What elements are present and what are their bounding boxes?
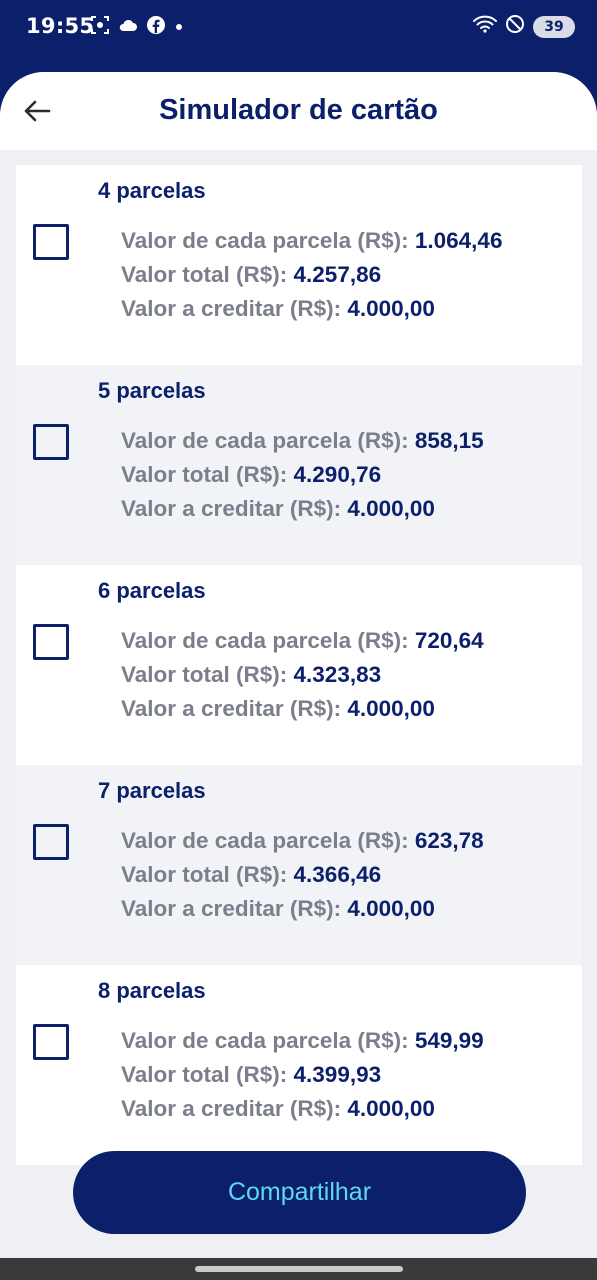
credit-value: 4.000,00 xyxy=(347,296,435,321)
option-title: 4 parcelas xyxy=(98,178,206,203)
installment-value-row: Valor de cada parcela (R$): 1.064,46 xyxy=(121,228,502,254)
total-value-label: Valor total (R$): xyxy=(121,262,294,287)
installment-value: 720,64 xyxy=(414,628,484,653)
installment-value-row: Valor de cada parcela (R$): 720,64 xyxy=(121,628,484,654)
credit-value-label: Valor a creditar (R$): xyxy=(121,296,348,321)
facebook-icon xyxy=(146,15,166,40)
total-value: 4.257,86 xyxy=(293,262,382,287)
app-header: Simulador de cartão xyxy=(0,72,597,150)
do-not-disturb-icon xyxy=(505,14,525,39)
installment-value-label: Valor de cada parcela (R$): xyxy=(121,1028,415,1053)
credit-value-label: Valor a creditar (R$): xyxy=(121,896,348,921)
option-title: 8 parcelas xyxy=(98,978,206,1003)
option-checkbox[interactable] xyxy=(33,424,69,460)
option-checkbox[interactable] xyxy=(33,824,69,860)
page-title: Simulador de cartão xyxy=(159,94,438,126)
installment-options-list: 4 parcelas Valor de cada parcela (R$): 1… xyxy=(16,165,582,1165)
installment-value: 623,78 xyxy=(414,828,484,853)
total-value-row: Valor total (R$): 4.323,83 xyxy=(121,662,381,688)
installment-value-row: Valor de cada parcela (R$): 623,78 xyxy=(121,828,484,854)
credit-value: 4.000,00 xyxy=(347,496,435,521)
simulator-screen: Simulador de cartão 4 parcelas Valor de … xyxy=(0,72,597,1258)
total-value-row: Valor total (R$): 4.366,46 xyxy=(121,862,381,888)
credit-value-row: Valor a creditar (R$): 4.000,00 xyxy=(121,896,435,922)
system-nav-bar xyxy=(0,1258,597,1280)
wifi-icon xyxy=(473,14,497,39)
credit-value-row: Valor a creditar (R$): 4.000,00 xyxy=(121,296,435,322)
option-title: 7 parcelas xyxy=(98,778,206,803)
total-value-label: Valor total (R$): xyxy=(121,862,294,887)
installment-value: 858,15 xyxy=(414,428,484,453)
option-title: 6 parcelas xyxy=(98,578,206,603)
credit-value-row: Valor a creditar (R$): 4.000,00 xyxy=(121,696,435,722)
total-value-row: Valor total (R$): 4.257,86 xyxy=(121,262,381,288)
option-title: 5 parcelas xyxy=(98,378,206,403)
dot-icon xyxy=(174,19,184,37)
total-value-row: Valor total (R$): 4.290,76 xyxy=(121,462,381,488)
credit-value-row: Valor a creditar (R$): 4.000,00 xyxy=(121,496,435,522)
credit-value: 4.000,00 xyxy=(347,896,435,921)
installment-value-label: Valor de cada parcela (R$): xyxy=(121,628,415,653)
total-value: 4.399,93 xyxy=(293,1062,382,1087)
installment-value: 549,99 xyxy=(414,1028,484,1053)
status-left-icons xyxy=(90,15,184,40)
installment-option-8: 8 parcelas Valor de cada parcela (R$): 5… xyxy=(16,965,582,1165)
installment-value-row: Valor de cada parcela (R$): 858,15 xyxy=(121,428,484,454)
option-checkbox[interactable] xyxy=(33,224,69,260)
installment-value-label: Valor de cada parcela (R$): xyxy=(121,228,415,253)
credit-value-label: Valor a creditar (R$): xyxy=(121,1096,348,1121)
installment-option-7: 7 parcelas Valor de cada parcela (R$): 6… xyxy=(16,765,582,965)
installment-option-4: 4 parcelas Valor de cada parcela (R$): 1… xyxy=(16,165,582,365)
installment-value: 1.064,46 xyxy=(414,228,503,253)
installment-value-label: Valor de cada parcela (R$): xyxy=(121,828,415,853)
status-right-icons: 39 xyxy=(473,14,575,39)
credit-value-label: Valor a creditar (R$): xyxy=(121,696,348,721)
home-indicator[interactable] xyxy=(195,1266,403,1272)
installment-value-label: Valor de cada parcela (R$): xyxy=(121,428,415,453)
total-value-label: Valor total (R$): xyxy=(121,662,294,687)
share-button[interactable]: Compartilhar xyxy=(73,1151,526,1234)
status-bar: 19:55 39 xyxy=(0,0,597,56)
total-value: 4.290,76 xyxy=(293,462,382,487)
status-time: 19:55 xyxy=(26,14,95,38)
option-checkbox[interactable] xyxy=(33,1024,69,1060)
credit-value-label: Valor a creditar (R$): xyxy=(121,496,348,521)
cloud-icon xyxy=(118,17,138,38)
screenshot-icon xyxy=(90,15,110,40)
total-value: 4.323,83 xyxy=(293,662,382,687)
total-value-label: Valor total (R$): xyxy=(121,1062,294,1087)
credit-value: 4.000,00 xyxy=(347,696,435,721)
installment-option-6: 6 parcelas Valor de cada parcela (R$): 7… xyxy=(16,565,582,765)
option-checkbox[interactable] xyxy=(33,624,69,660)
installment-value-row: Valor de cada parcela (R$): 549,99 xyxy=(121,1028,484,1054)
installment-option-5: 5 parcelas Valor de cada parcela (R$): 8… xyxy=(16,365,582,565)
battery-icon: 39 xyxy=(533,15,575,38)
total-value-row: Valor total (R$): 4.399,93 xyxy=(121,1062,381,1088)
credit-value: 4.000,00 xyxy=(347,1096,435,1121)
total-value: 4.366,46 xyxy=(293,862,382,887)
total-value-label: Valor total (R$): xyxy=(121,462,294,487)
credit-value-row: Valor a creditar (R$): 4.000,00 xyxy=(121,1096,435,1122)
